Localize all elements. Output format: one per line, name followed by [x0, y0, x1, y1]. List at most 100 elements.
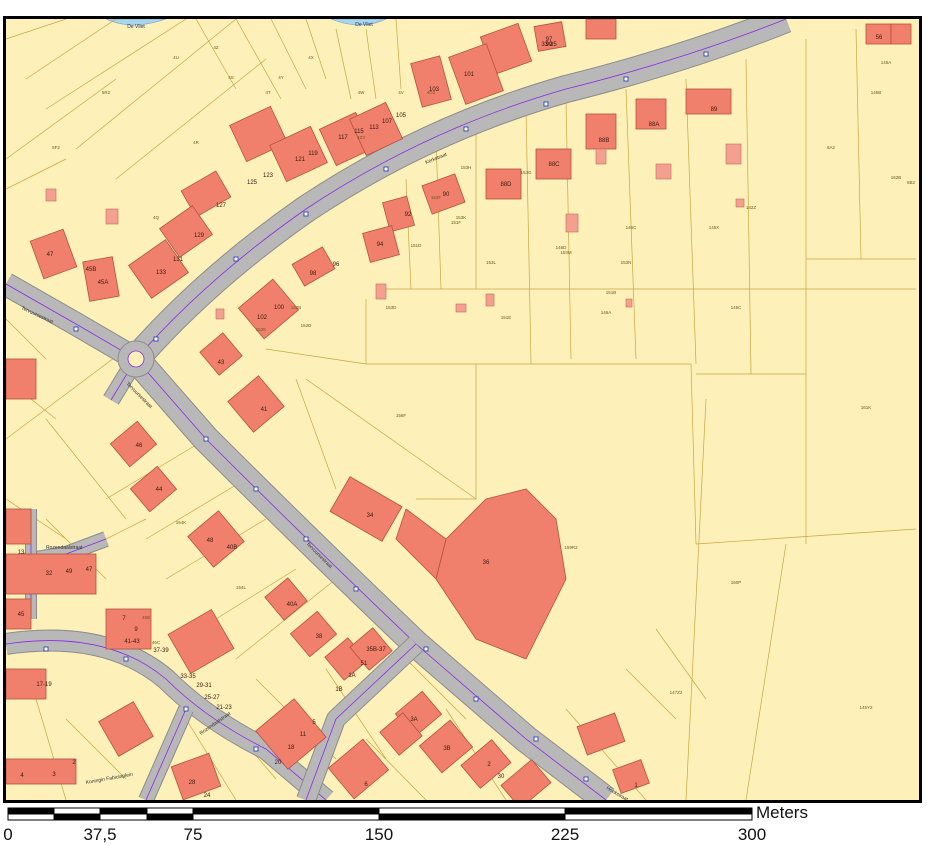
- bus-stop-icon: [383, 166, 389, 172]
- house-number-label: 49: [66, 569, 73, 575]
- parcel-number-label: 153G: [520, 170, 532, 175]
- house-number-label: 11: [300, 732, 307, 738]
- building: [865, 23, 892, 45]
- house-number-label: 43: [218, 360, 225, 366]
- house-number-label: 30: [498, 774, 505, 780]
- parcel-number-label: 4U: [173, 55, 179, 60]
- parcel-number-label: 145X: [709, 225, 720, 230]
- outbuilding: [735, 198, 745, 208]
- house-number-label: 127: [216, 203, 227, 209]
- parcel-number-label: 4V: [398, 90, 404, 95]
- parcel-number-label: 151D: [411, 243, 423, 248]
- house-number-label: 37-39: [153, 648, 169, 654]
- bus-stop-icon: [473, 696, 479, 702]
- house-number-label: 24: [204, 793, 211, 799]
- parcel-number-label: 153L: [486, 260, 497, 265]
- parcel-number-label: 4X: [308, 55, 314, 60]
- bus-stop-icon: [253, 486, 259, 492]
- parcel-number-label: 146A: [601, 310, 612, 315]
- parcel-number-label: 151B: [606, 290, 617, 295]
- outbuilding: [625, 298, 633, 308]
- parcel-number-label: 152D: [301, 323, 313, 328]
- map-canvas: De Vliet De Vliet9997 561031018988A88B88C8…: [6, 19, 919, 800]
- house-number-label: 51: [361, 661, 368, 667]
- parcel-number-label: 145A: [881, 60, 892, 65]
- bus-stop-icon: [423, 646, 429, 652]
- scale-label-150: 150: [364, 825, 394, 844]
- scale-label-225: 225: [550, 825, 580, 844]
- outbuilding: [455, 303, 467, 313]
- house-number-label: 29-31: [196, 683, 212, 689]
- house-number-label: 94: [377, 242, 384, 248]
- house-number-label: 1A: [348, 673, 355, 679]
- house-number-label: 3B: [443, 746, 450, 752]
- house-number-label: 92: [405, 212, 412, 218]
- scale-segment-top: [99, 807, 148, 815]
- outbuilding: [655, 163, 672, 180]
- parcel-number-label: 146C: [626, 225, 638, 230]
- bus-stop-icon: [543, 101, 549, 107]
- parcel-number-label: 4S: [228, 75, 234, 80]
- parcel-number-label: 151F: [451, 220, 462, 225]
- house-number-label: 123: [263, 173, 274, 179]
- house-number-label: 17-19: [36, 682, 52, 688]
- house-number-label: 88D: [500, 182, 512, 188]
- parcel-number-label: 153K: [456, 215, 467, 220]
- scale-segment-bottom: [53, 813, 101, 821]
- house-number-label: 44: [156, 487, 163, 493]
- house-number-label: 46: [136, 443, 143, 449]
- parcel-number-label: 152E: [256, 327, 267, 332]
- house-number-label: 133: [156, 270, 167, 276]
- parcel-number-label: 142Z: [746, 205, 757, 210]
- parcel-number-label: 5R2: [102, 90, 111, 95]
- house-number-label: 100: [274, 305, 285, 311]
- bus-stop-icon: [183, 706, 189, 712]
- parcel-number-label: 4Z2: [357, 135, 365, 140]
- house-number-label: 33-35: [541, 42, 557, 48]
- house-number-label: 38: [316, 634, 323, 640]
- street-name-label: Rozendaalstraat: [46, 545, 83, 551]
- parcel-number-label: 46B: [142, 615, 150, 620]
- house-number-label: 35B-37: [366, 647, 386, 653]
- house-number-label: 129: [194, 233, 205, 239]
- outbuilding: [485, 293, 495, 307]
- parcel-number-label: 154K: [176, 520, 187, 525]
- water-label: De Vliet: [355, 22, 373, 28]
- house-number-label: 41-43: [124, 639, 140, 645]
- building: [6, 758, 77, 785]
- outbuilding: [45, 188, 57, 202]
- house-number-label: 45A: [98, 280, 109, 286]
- house-number-label: 34: [367, 513, 374, 519]
- house-number-label: 88C: [548, 162, 560, 168]
- house-number-label: 125: [247, 180, 258, 186]
- bus-stop-icon: [623, 76, 629, 82]
- parcel-number-label: 153N: [621, 260, 632, 265]
- parcel-number-label: 4T: [265, 90, 271, 95]
- parcel-number-label: 160P: [731, 580, 742, 585]
- scale-segment-top: [7, 807, 55, 815]
- bus-stop-icon: [233, 256, 239, 262]
- building: [82, 256, 120, 302]
- parcel-number-label: 46C: [152, 640, 161, 645]
- scale-segment-top: [378, 807, 566, 815]
- house-number-label: 40B: [227, 545, 238, 551]
- parcel-number-label: 161K: [861, 405, 872, 410]
- parcel-number-label: 159R2: [564, 545, 578, 550]
- building: [6, 508, 32, 545]
- scale-segment-bottom: [564, 813, 753, 821]
- house-number-label: 21-23: [216, 705, 232, 711]
- bus-stop-icon: [533, 736, 539, 742]
- bus-stop-icon: [123, 656, 129, 662]
- cadastral-map[interactable]: De Vliet De Vliet 99 97 56 103 101 89 88A 88B 88C 8…: [3, 16, 922, 803]
- parcel-number-label: 4Y: [278, 75, 284, 80]
- parcel-number-label: 153H: [461, 165, 472, 170]
- house-number-label: 47: [47, 252, 54, 258]
- bus-stop-icon: [353, 586, 359, 592]
- parcel-number-label: 145C: [731, 305, 743, 310]
- house-number-label: 25-27: [204, 695, 220, 701]
- parcel-number-label: 156F: [396, 413, 407, 418]
- house-number-label: 107: [382, 119, 393, 125]
- house-number-label: 56: [876, 35, 883, 41]
- parcel-number-label: 151E: [501, 315, 512, 320]
- parcel-number-label: 162B: [891, 175, 902, 180]
